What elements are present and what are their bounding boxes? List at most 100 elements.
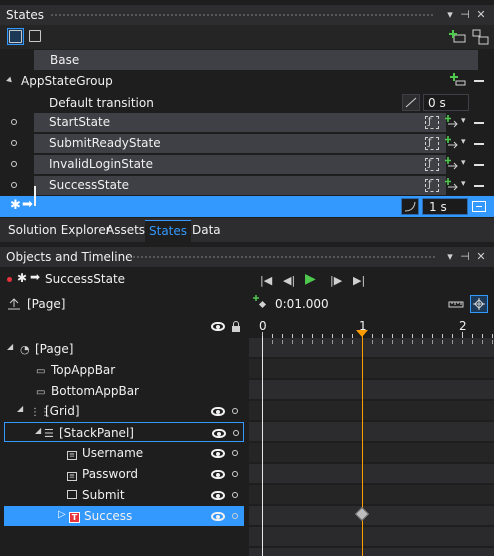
state-row[interactable]: SuccessState ƒ ▾: [0, 175, 494, 196]
zoom-ruler-icon[interactable]: [448, 298, 464, 310]
transition-effect-icon[interactable]: ƒ: [425, 158, 439, 171]
remove-transition-button[interactable]: [472, 201, 486, 212]
tree-item[interactable]: ◢ ⋮⋮ [Grid]: [0, 401, 247, 421]
pin-state-icon[interactable]: [11, 161, 17, 167]
state-bar[interactable]: InvalidLoginState: [34, 155, 446, 174]
lock-toggle-icon[interactable]: [233, 430, 239, 436]
panel-dropdown-icon[interactable]: ▾: [443, 7, 457, 23]
close-icon[interactable]: ✕: [474, 7, 488, 23]
panel-grip[interactable]: [128, 255, 435, 260]
tree-item[interactable]: ◢ ◔ [Page]: [0, 339, 247, 359]
transition-row-selected[interactable]: ✱ ➡ 1 s: [0, 196, 494, 217]
scope-up-icon[interactable]: [7, 297, 21, 311]
remove-group-icon[interactable]: [474, 80, 484, 82]
state-group-options-icon[interactable]: [472, 29, 489, 45]
add-transition-icon[interactable]: [444, 136, 460, 151]
timeline-row[interactable]: [249, 443, 494, 463]
tab-states[interactable]: States: [145, 220, 192, 242]
tab-assets[interactable]: Assets: [102, 220, 149, 240]
tree-item[interactable]: ▭ TopAppBar: [0, 360, 247, 380]
state-row[interactable]: SubmitReadyState ƒ ▾: [0, 133, 494, 154]
pin-icon[interactable]: ⊣: [458, 249, 472, 265]
add-state-group-icon[interactable]: [449, 29, 467, 45]
tab-solution-explorer[interactable]: Solution Explorer: [4, 220, 115, 240]
snap-toggle[interactable]: [470, 295, 488, 313]
extensible-states-icon[interactable]: [29, 30, 41, 42]
transition-preview-toggle[interactable]: [7, 28, 24, 45]
go-to-first-frame-icon[interactable]: |◀: [260, 275, 272, 287]
base-state-row[interactable]: Base: [34, 50, 478, 70]
timeline-row[interactable]: [249, 548, 494, 556]
tab-data[interactable]: Data: [188, 220, 225, 240]
remove-state-icon[interactable]: [474, 122, 484, 124]
remove-state-icon[interactable]: [474, 143, 484, 145]
lock-toggle-icon[interactable]: [232, 492, 238, 498]
timeline-row[interactable]: [249, 380, 494, 400]
play-icon[interactable]: ▶: [305, 271, 316, 287]
chevron-down-icon[interactable]: ▾: [461, 137, 466, 147]
timeline-row[interactable]: [249, 464, 494, 484]
state-bar[interactable]: SuccessState: [34, 176, 446, 195]
visibility-icon[interactable]: [211, 407, 225, 416]
expand-arrow-icon[interactable]: ◢: [17, 404, 23, 413]
chevron-down-icon[interactable]: ▾: [461, 158, 466, 168]
tree-item[interactable]: ≡ Username: [0, 443, 247, 463]
add-state-icon[interactable]: [450, 73, 466, 87]
record-keyframe-icon[interactable]: [253, 295, 267, 309]
remove-state-icon[interactable]: [474, 185, 484, 187]
panel-grip[interactable]: [50, 13, 435, 18]
scope-row[interactable]: [Page]: [0, 292, 247, 318]
transition-effect-icon[interactable]: ƒ: [425, 137, 439, 150]
go-to-last-frame-icon[interactable]: ▶|: [353, 275, 365, 287]
add-transition-icon[interactable]: [444, 178, 460, 193]
lock-toggle-icon[interactable]: [232, 450, 238, 456]
panel-dropdown-icon[interactable]: ▾: [443, 249, 457, 265]
transition-effect-icon[interactable]: ƒ: [425, 116, 439, 129]
pin-state-icon[interactable]: [11, 140, 17, 146]
tree-item[interactable]: ▭ BottomAppBar: [0, 381, 247, 401]
close-icon[interactable]: ✕: [474, 249, 488, 265]
timeline-row[interactable]: [249, 485, 494, 505]
collapse-group-icon[interactable]: [6, 76, 14, 85]
pin-icon[interactable]: ⊣: [458, 7, 472, 23]
playhead-handle[interactable]: [356, 330, 368, 337]
state-bar[interactable]: SubmitReadyState: [34, 134, 446, 153]
state-group-row[interactable]: AppStateGroup: [0, 70, 494, 91]
add-transition-icon[interactable]: [444, 115, 460, 130]
timeline-row[interactable]: [249, 401, 494, 421]
remove-state-icon[interactable]: [474, 164, 484, 166]
expand-arrow-icon[interactable]: ◢: [7, 342, 13, 351]
timeline-row[interactable]: [249, 359, 494, 379]
timeline-row[interactable]: [249, 422, 494, 442]
collapsed-arrow-icon[interactable]: ▷: [58, 509, 66, 520]
lock-all-icon[interactable]: [231, 320, 241, 333]
previous-frame-icon[interactable]: ◀|: [283, 275, 295, 287]
state-row[interactable]: StartState ƒ ▾: [0, 112, 494, 133]
chevron-down-icon[interactable]: ▾: [461, 179, 466, 189]
lock-toggle-icon[interactable]: [232, 408, 238, 414]
transition-effect-icon[interactable]: ƒ: [425, 179, 439, 192]
tree-item[interactable]: ◢ ☰ [StackPanel]: [4, 422, 244, 442]
state-row[interactable]: InvalidLoginState ƒ ▾: [0, 154, 494, 175]
easing-function-button[interactable]: [402, 94, 420, 111]
pin-state-icon[interactable]: [11, 182, 17, 188]
tree-item[interactable]: Submit: [0, 485, 247, 505]
default-transition-input[interactable]: 0 s: [423, 94, 469, 111]
next-frame-icon[interactable]: |▶: [330, 275, 342, 287]
timeline-row[interactable]: [249, 506, 494, 526]
visibility-icon[interactable]: [211, 470, 225, 479]
tree-item[interactable]: ≡ Password: [0, 464, 247, 484]
visibility-icon[interactable]: [212, 429, 226, 438]
chevron-down-icon[interactable]: ▾: [461, 116, 466, 126]
playhead-line[interactable]: [362, 336, 363, 556]
timeline-row[interactable]: [249, 527, 494, 547]
visibility-icon[interactable]: [211, 512, 225, 521]
timeline-area[interactable]: 0 1 2: [249, 318, 494, 556]
transition-easing-button[interactable]: [401, 198, 419, 215]
state-bar[interactable]: StartState: [34, 113, 446, 132]
lock-toggle-icon[interactable]: [232, 513, 238, 519]
pin-state-icon[interactable]: [11, 119, 17, 125]
visibility-icon[interactable]: [211, 449, 225, 458]
visibility-all-icon[interactable]: [211, 322, 225, 331]
time-readout[interactable]: 0:01.000: [275, 297, 329, 311]
